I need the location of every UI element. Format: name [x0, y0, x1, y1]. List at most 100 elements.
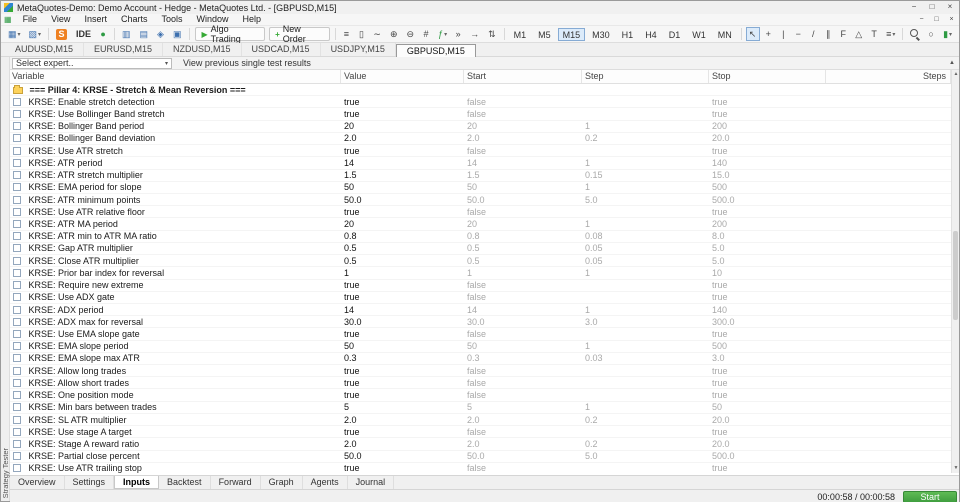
- new-chart-icon[interactable]: ▦ ▾: [5, 27, 24, 41]
- value-cell[interactable]: 14: [341, 158, 464, 168]
- stop-cell[interactable]: true: [709, 97, 826, 107]
- table-row[interactable]: KRSE: ADX max for reversal 30.0 30.0 3.0…: [10, 316, 951, 328]
- step-cell[interactable]: 0.2: [582, 133, 709, 143]
- table-row[interactable]: KRSE: Allow long trades true false true: [10, 365, 951, 377]
- start-cell[interactable]: 2.0: [464, 439, 582, 449]
- toolbox-icon[interactable]: ▣: [170, 27, 186, 41]
- zoom-in-icon[interactable]: ⊕: [387, 27, 402, 41]
- table-row[interactable]: === Pillar 4: KRSE - Stretch & Mean Reve…: [10, 84, 951, 96]
- chart-shift-icon[interactable]: →: [467, 27, 483, 41]
- row-checkbox[interactable]: [13, 134, 21, 142]
- stop-cell[interactable]: true: [709, 390, 826, 400]
- table-row[interactable]: KRSE: Prior bar index for reversal 1 1 1…: [10, 267, 951, 279]
- row-checkbox[interactable]: [13, 220, 21, 228]
- value-cell[interactable]: 1: [341, 268, 464, 278]
- value-cell[interactable]: 0.3: [341, 353, 464, 363]
- stop-cell[interactable]: 50: [709, 402, 826, 412]
- alerts-icon[interactable]: ○: [925, 27, 938, 41]
- row-checkbox[interactable]: [13, 293, 21, 301]
- start-cell[interactable]: 0.8: [464, 231, 582, 241]
- timeframe-button[interactable]: D1: [664, 28, 686, 41]
- table-row[interactable]: KRSE: Min bars between trades 5 5 1 50: [10, 402, 951, 414]
- table-row[interactable]: KRSE: ADX period 14 14 1 140: [10, 304, 951, 316]
- tester-tab[interactable]: Overview: [10, 476, 65, 489]
- channel-icon[interactable]: ∥: [822, 27, 835, 41]
- horizontal-line-icon[interactable]: −: [792, 27, 805, 41]
- chart-tab[interactable]: AUDUSD,M15: [5, 43, 84, 56]
- row-checkbox[interactable]: [13, 306, 21, 314]
- value-cell[interactable]: 5: [341, 402, 464, 412]
- start-cell[interactable]: 50: [464, 341, 582, 351]
- column-header-steps[interactable]: Steps: [826, 70, 951, 83]
- stop-cell[interactable]: true: [709, 427, 826, 437]
- search-icon[interactable]: [910, 29, 920, 39]
- step-cell[interactable]: 1: [582, 402, 709, 412]
- timeframe-button[interactable]: M15: [558, 28, 586, 41]
- tester-tab[interactable]: Journal: [348, 476, 395, 489]
- step-cell[interactable]: 5.0: [582, 451, 709, 461]
- timeframe-button[interactable]: H4: [640, 28, 662, 41]
- timeframe-button[interactable]: M1: [509, 28, 532, 41]
- table-row[interactable]: KRSE: EMA slope period 50 50 1 500: [10, 341, 951, 353]
- metaeditor-ide-button[interactable]: IDE: [73, 27, 95, 41]
- step-cell[interactable]: 1: [582, 158, 709, 168]
- tester-tab[interactable]: Agents: [303, 476, 348, 489]
- table-row[interactable]: KRSE: Use EMA slope gate true false true: [10, 328, 951, 340]
- tester-tab[interactable]: Settings: [65, 476, 115, 489]
- stop-cell[interactable]: 500: [709, 182, 826, 192]
- stop-cell[interactable]: true: [709, 463, 826, 473]
- algo-trading-button[interactable]: ▶ Algo Trading: [195, 27, 265, 41]
- start-cell[interactable]: 1.5: [464, 170, 582, 180]
- row-checkbox[interactable]: [13, 183, 21, 191]
- step-cell[interactable]: 0.15: [582, 170, 709, 180]
- start-cell[interactable]: false: [464, 366, 582, 376]
- start-cell[interactable]: 2.0: [464, 133, 582, 143]
- chart-bars-icon[interactable]: ≡: [340, 27, 353, 41]
- maximize-button[interactable]: □: [923, 1, 941, 14]
- value-cell[interactable]: true: [341, 390, 464, 400]
- table-row[interactable]: KRSE: ATR MA period 20 20 1 200: [10, 218, 951, 230]
- row-checkbox[interactable]: [13, 281, 21, 289]
- stop-cell[interactable]: 140: [709, 158, 826, 168]
- stop-cell[interactable]: 200: [709, 121, 826, 131]
- step-cell[interactable]: 1: [582, 305, 709, 315]
- row-checkbox[interactable]: [13, 440, 21, 448]
- start-cell[interactable]: false: [464, 280, 582, 290]
- stop-cell[interactable]: 10: [709, 268, 826, 278]
- start-cell[interactable]: 0.3: [464, 353, 582, 363]
- cursor-icon[interactable]: ↖: [746, 27, 761, 41]
- stop-cell[interactable]: true: [709, 280, 826, 290]
- start-cell[interactable]: 50.0: [464, 195, 582, 205]
- column-header-stop[interactable]: Stop: [709, 70, 826, 83]
- table-row[interactable]: KRSE: Use ADX gate true false true: [10, 292, 951, 304]
- zoom-out-icon[interactable]: ⊖: [404, 27, 419, 41]
- stop-cell[interactable]: true: [709, 378, 826, 388]
- stop-cell[interactable]: true: [709, 109, 826, 119]
- stop-cell[interactable]: 5.0: [709, 256, 826, 266]
- child-restore-button[interactable]: □: [929, 14, 944, 25]
- crosshair-icon[interactable]: +: [762, 27, 775, 41]
- new-order-button[interactable]: + New Order: [269, 27, 330, 41]
- step-cell[interactable]: 1: [582, 219, 709, 229]
- start-cell[interactable]: 50.0: [464, 451, 582, 461]
- value-cell[interactable]: true: [341, 280, 464, 290]
- tester-tab[interactable]: Graph: [261, 476, 303, 489]
- shapes-icon[interactable]: △: [852, 27, 866, 41]
- timeframe-button[interactable]: M30: [587, 28, 615, 41]
- table-row[interactable]: KRSE: Bollinger Band period 20 20 1 200: [10, 121, 951, 133]
- table-row[interactable]: KRSE: Stage A reward ratio 2.0 2.0 0.2 2…: [10, 438, 951, 450]
- step-cell[interactable]: 0.2: [582, 415, 709, 425]
- table-row[interactable]: KRSE: ATR period 14 14 1 140: [10, 157, 951, 169]
- timeframe-button[interactable]: H1: [617, 28, 639, 41]
- step-cell[interactable]: 1: [582, 341, 709, 351]
- stop-cell[interactable]: true: [709, 329, 826, 339]
- row-checkbox[interactable]: [13, 244, 21, 252]
- value-cell[interactable]: 30.0: [341, 317, 464, 327]
- table-row[interactable]: KRSE: Use Bollinger Band stretch true fa…: [10, 108, 951, 120]
- column-header-variable[interactable]: Variable: [10, 70, 341, 83]
- indicators-icon[interactable]: ƒ ▾: [435, 27, 450, 41]
- row-checkbox[interactable]: [13, 354, 21, 362]
- row-checkbox[interactable]: [13, 257, 21, 265]
- value-cell[interactable]: true: [341, 329, 464, 339]
- connection-status-icon[interactable]: ●: [97, 27, 110, 41]
